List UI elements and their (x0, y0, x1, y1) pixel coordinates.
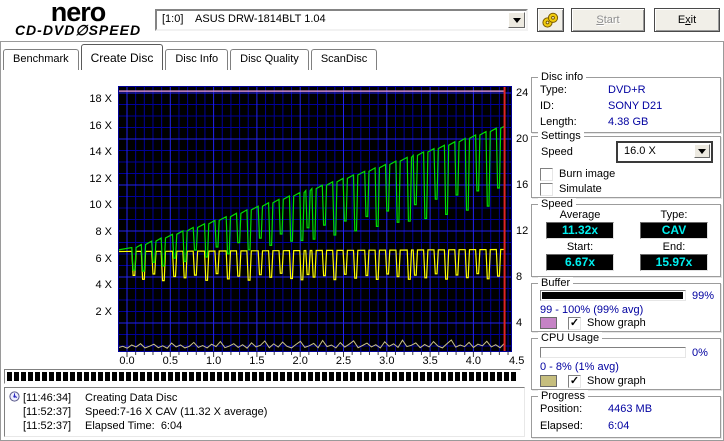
eject-discs-icon (542, 12, 559, 28)
disc-type-value: DVD+R (608, 84, 646, 96)
buffer-percent: 99% (692, 290, 715, 302)
speed-setting-label: Speed (541, 146, 573, 158)
nero-logo-wordmark: nero (50, 0, 107, 27)
log-timestamp: [11:52:37] (23, 420, 72, 432)
exit-button[interactable]: Exit (654, 8, 720, 32)
cpu-bar (540, 347, 686, 358)
axis-tick-label: 12 X (89, 172, 112, 185)
simulate-label: Simulate (559, 183, 602, 195)
speed-select-dropdown-button[interactable] (694, 144, 710, 158)
tab-create-disc[interactable]: Create Disc (80, 44, 164, 70)
nero-logo-subtitle: CD-DVD∅SPEED (14, 22, 142, 38)
start-button[interactable]: Start (571, 8, 645, 32)
tab-benchmark[interactable]: Benchmark (3, 49, 79, 70)
tab-scandisc[interactable]: ScanDisc (310, 49, 378, 70)
drive-select-value: [1:0] ASUS DRW-1814BLT 1.04 (162, 13, 326, 25)
cpu-percent: 0% (692, 347, 708, 359)
log-message: Speed:7-16 X CAV (11.32 X average) (85, 406, 268, 418)
elapsed-value: 6:04 (608, 420, 630, 432)
average-label: Average (559, 209, 601, 221)
nero-cd-dvd-speed-window: nero CD-DVD∅SPEED [1:0] ASUS DRW-1814BLT… (0, 0, 724, 441)
cpu-usage-panel: CPU Usage 0% 0 - 8% (1% avg) Show graph (531, 332, 721, 390)
log-message: Creating Data Disc (85, 392, 178, 404)
average-speed-value: 11.32x (546, 222, 614, 239)
buffer-show-graph-label: Show graph (587, 317, 646, 329)
disc-id-value: SONY D21 (608, 100, 663, 112)
buffer-range: 99 - 100% (99% avg) (540, 304, 644, 316)
log-row: [11:52:37] Speed:7-16 X CAV (11.32 X ave… (9, 405, 522, 419)
buffer-show-graph-checkbox[interactable] (568, 317, 581, 330)
disc-id-label: ID: (540, 100, 555, 112)
log-row: [11:52:37] Elapsed Time: 6:04 (9, 419, 522, 433)
position-value: 4463 MB (608, 403, 653, 415)
disc-logo-icon: ∅ (75, 22, 89, 38)
cpu-range: 0 - 8% (1% avg) (540, 361, 619, 373)
buffer-bar (540, 290, 686, 301)
disc-info-title: Disc info (538, 71, 587, 84)
axis-tick-label: 4 X (95, 279, 112, 292)
buffer-title: Buffer (538, 277, 574, 290)
type-label: Type: (660, 209, 688, 221)
burn-progress-bar (4, 369, 521, 384)
buffer-color-swatch (540, 317, 557, 329)
axis-tick-label: 8 X (95, 226, 112, 238)
speed-panel: Speed Average Type: 11.32x CAV Start: En… (531, 198, 721, 277)
buffer-bar-fill (542, 292, 683, 299)
disc-info-panel: Disc info Type: DVD+R ID: SONY D21 Lengt… (531, 71, 721, 133)
axis-tick-label: 16 X (89, 119, 112, 132)
position-label: Position: (540, 403, 583, 415)
progress-title: Progress (538, 390, 589, 403)
log-row: [11:46:34] Creating Data Disc (9, 391, 522, 405)
burn-image-checkbox[interactable] (540, 168, 553, 181)
burn-progress-fill (7, 372, 518, 381)
disc-type-label: Type: (540, 84, 567, 96)
axis-tick-label: 18 X (89, 93, 112, 105)
cpu-show-graph-checkbox[interactable] (568, 375, 581, 388)
tab-bar: Benchmark Create Disc Disc Info Disc Qua… (3, 44, 379, 70)
chevron-down-icon (698, 148, 706, 154)
burn-image-label: Burn image (559, 168, 616, 180)
cpu-color-swatch (540, 375, 557, 387)
eject-button[interactable] (537, 8, 564, 32)
start-speed-value: 6.67x (546, 254, 614, 271)
nero-logo: nero CD-DVD∅SPEED (4, 0, 152, 37)
start-speed-label: Start: (566, 241, 594, 253)
disc-length-label: Length: (540, 116, 577, 128)
speed-graph (118, 86, 512, 357)
axis-tick-label: 14 X (89, 146, 112, 159)
elapsed-label: Elapsed: (540, 420, 583, 432)
speed-select[interactable]: 16.0 X (616, 141, 713, 163)
cpu-show-graph-label: Show graph (587, 375, 646, 387)
cpu-title: CPU Usage (538, 332, 603, 345)
status-log: [11:46:34] Creating Data Disc [11:52:37]… (4, 387, 525, 437)
drive-select-dropdown-button[interactable] (508, 12, 525, 28)
chevron-down-icon (512, 17, 521, 23)
toolbar: nero CD-DVD∅SPEED [1:0] ASUS DRW-1814BLT… (0, 0, 724, 42)
buffer-panel: Buffer 99% 99 - 100% (99% avg) Show grap… (531, 277, 721, 332)
tab-disc-quality[interactable]: Disc Quality (230, 49, 309, 70)
tab-disc-info[interactable]: Disc Info (165, 49, 229, 70)
drive-select[interactable]: [1:0] ASUS DRW-1814BLT 1.04 (155, 9, 528, 31)
axis-tick-label: 10 X (89, 199, 112, 212)
settings-title: Settings (538, 130, 584, 143)
disc-length-value: 4.38 GB (608, 116, 649, 128)
log-timestamp: [11:46:34] (23, 392, 72, 404)
speed-type-value: CAV (640, 222, 708, 239)
end-speed-value: 15.97x (640, 254, 708, 271)
end-speed-label: End: (662, 241, 686, 253)
axis-tick-label: 6 X (95, 252, 112, 265)
settings-panel: Settings Speed 16.0 X Burn image Simulat… (531, 130, 721, 198)
speed-select-value: 16.0 X (624, 145, 656, 157)
disc-clock-icon (9, 391, 23, 405)
axis-tick-label: 2 X (95, 305, 112, 318)
log-timestamp: [11:52:37] (23, 406, 72, 418)
simulate-checkbox[interactable] (540, 183, 553, 196)
log-message: Elapsed Time: 6:04 (85, 420, 183, 432)
progress-panel: Progress Position: 4463 MB Elapsed: 6:04 (531, 390, 721, 438)
